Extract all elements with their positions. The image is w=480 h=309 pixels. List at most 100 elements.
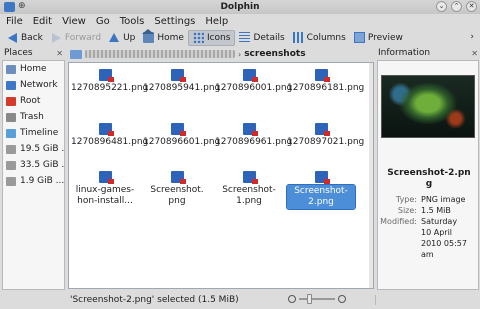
file-item[interactable]: 1270897021.png [287, 123, 365, 148]
places-item[interactable]: Home [3, 61, 64, 77]
places-item[interactable]: Network [3, 77, 64, 93]
details-view-button[interactable]: Details [235, 30, 288, 46]
file-item[interactable]: 1270896181.png [287, 69, 365, 94]
forward-label: Forward [64, 32, 102, 43]
image-file-icon [314, 171, 330, 184]
image-file-icon [98, 123, 114, 136]
menu-edit[interactable]: Edit [33, 16, 52, 27]
file-name: 1270896481.png [71, 137, 149, 147]
home-button[interactable]: Home [139, 29, 188, 46]
root-folder-icon [6, 96, 16, 106]
file-item[interactable]: 1270896001.png [215, 69, 292, 94]
places-panel: Places ✕ Home Network Root Trash Timeline 19.… [2, 47, 65, 290]
places-item[interactable]: 1.9 GiB ... [3, 173, 64, 189]
image-file-icon [242, 123, 258, 136]
file-item[interactable]: 1270896961.png [215, 123, 293, 148]
dolphin-app-icon[interactable] [4, 2, 15, 12]
file-item[interactable]: Screenshot- 1.png [215, 171, 283, 207]
info-filename: Screenshot-2.pn g [387, 168, 471, 189]
breadcrumb-current[interactable]: screenshots [244, 49, 305, 59]
drive-icon [6, 160, 16, 170]
file-name: 1270896181.png [287, 83, 365, 93]
up-button[interactable]: Up [105, 30, 139, 46]
places-item-label: Timeline [20, 128, 59, 138]
close-panel-icon[interactable]: ✕ [56, 49, 63, 58]
timeline-icon [6, 128, 16, 138]
places-item[interactable]: Root [3, 93, 64, 109]
places-item[interactable]: Timeline [3, 125, 64, 141]
trash-icon [6, 112, 16, 122]
minimize-button[interactable]: ⌄ [436, 1, 447, 12]
preview-button[interactable]: Preview [350, 30, 407, 46]
file-item[interactable]: 1270896601.png [143, 123, 221, 148]
toolbar-overflow-icon[interactable]: › [470, 32, 474, 42]
file-name: 1270897021.png [287, 137, 365, 147]
drive-icon [6, 176, 16, 186]
places-item[interactable]: 33.5 GiB ... [3, 157, 64, 173]
menu-settings[interactable]: Settings [154, 16, 195, 27]
file-item[interactable]: 1270895941.png [143, 69, 221, 94]
close-button[interactable]: ✕ [466, 1, 477, 12]
folder-icon[interactable] [70, 49, 82, 59]
type-label: Type: [395, 195, 417, 204]
icons-view-button[interactable]: Icons [187, 29, 236, 46]
columns-view-button[interactable]: Columns [289, 30, 350, 46]
forward-arrow-icon [51, 32, 62, 43]
zoom-in-icon[interactable] [338, 295, 346, 303]
information-title: Information [378, 48, 431, 58]
file-name: 1270895941.png [143, 83, 221, 93]
back-button[interactable]: Back [3, 30, 47, 46]
modified-value: Saturday 10 April 2010 05:57 am [421, 217, 467, 259]
places-title: Places [4, 48, 33, 58]
details-label: Details [253, 32, 285, 43]
image-file-icon [242, 69, 258, 82]
menu-bar: File Edit View Go Tools Settings Help [0, 14, 480, 28]
file-item[interactable]: Screenshot. png [143, 171, 211, 207]
window-title: Dolphin [220, 2, 260, 12]
menu-tools[interactable]: Tools [120, 16, 145, 27]
close-panel-icon[interactable]: ✕ [471, 49, 478, 58]
icons-label: Icons [206, 32, 231, 43]
file-item[interactable]: Screenshot- 2.png [286, 171, 356, 210]
places-item[interactable]: Trash [3, 109, 64, 125]
forward-button[interactable]: Forward [47, 30, 105, 46]
image-file-icon [242, 171, 258, 184]
file-name: 1270896601.png [143, 137, 221, 147]
icons-view-icon [192, 32, 204, 43]
network-icon [6, 80, 16, 90]
maximize-button[interactable]: ⌃ [451, 1, 462, 12]
status-spacer [375, 295, 475, 305]
file-name: linux-games- hon-install... [75, 185, 135, 206]
file-item[interactable]: linux-games- hon-install... [71, 171, 139, 207]
file-item[interactable]: 1270896481.png [71, 123, 149, 148]
file-view[interactable]: 1270895221.png 1270895941.png 1270896001.p… [68, 62, 374, 289]
file-name: 1270895221.png [71, 83, 149, 93]
scrollbar[interactable] [369, 63, 373, 288]
details-view-icon [239, 32, 251, 43]
places-item-label: 1.9 GiB ... [20, 176, 64, 186]
zoom-slider-handle[interactable] [307, 294, 312, 304]
information-panel: Information ✕ Screenshot-2.pn g Type: PN… [376, 47, 480, 290]
places-item[interactable]: 19.5 GiB ... [3, 141, 64, 157]
image-file-icon [170, 171, 186, 184]
file-item[interactable]: 1270895221.png [71, 69, 149, 94]
image-file-icon [170, 69, 186, 82]
image-file-icon [98, 69, 114, 82]
title-bar: ⊕ Dolphin ⌄ ⌃ ✕ [0, 0, 480, 14]
menu-file[interactable]: File [6, 16, 23, 27]
blurred-path-segment[interactable] [85, 50, 235, 58]
type-value: PNG image [421, 195, 466, 204]
menu-view[interactable]: View [62, 16, 86, 27]
information-body: Screenshot-2.pn g Type: PNG image Size: … [377, 60, 479, 290]
places-item-label: Home [20, 64, 47, 74]
menu-help[interactable]: Help [205, 16, 228, 27]
file-name: Screenshot- 1.png [222, 185, 276, 206]
pin-icon[interactable]: ⊕ [18, 1, 26, 11]
zoom-control[interactable] [288, 294, 346, 304]
image-file-icon [314, 123, 330, 136]
zoom-out-icon[interactable] [288, 295, 296, 303]
zoom-slider[interactable] [299, 294, 335, 304]
path-separator-icon: › [238, 49, 242, 59]
file-name: 1270896961.png [215, 137, 293, 147]
menu-go[interactable]: Go [96, 16, 110, 27]
